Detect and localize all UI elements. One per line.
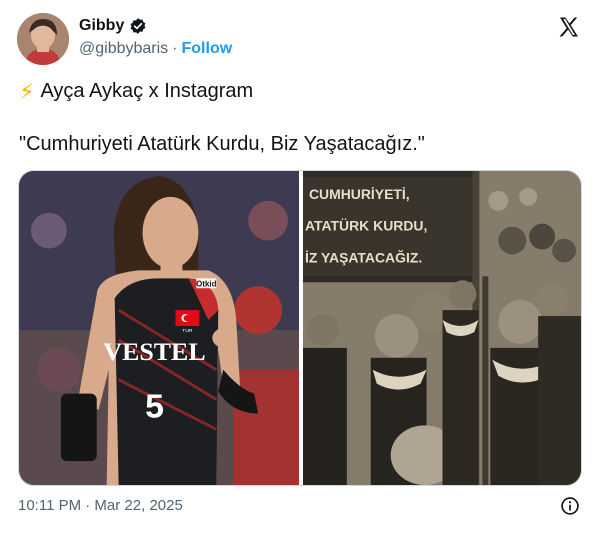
tweet-line-1-text: Ayça Aykaç x Instagram [40, 80, 254, 102]
sleeve-patch-text: Otkid [196, 279, 216, 288]
jersey-number-text: 5 [145, 387, 164, 425]
verified-badge-icon [130, 18, 146, 34]
x-logo-icon[interactable] [557, 15, 581, 39]
author-display-name[interactable]: Gibby [79, 17, 124, 35]
author-handle-row: @gibbybaris · Follow [79, 40, 232, 58]
media-grid: Otkid TUR VESTEL 5 CUMHURİYETİ, ATATÜRK … [18, 170, 582, 486]
lightning-bolt-icon: ⚡ [19, 78, 35, 104]
avatar[interactable] [17, 13, 69, 65]
photo-historic-schoolchildren[interactable]: CUMHURİYETİ, ATATÜRK KURDU, İZ YAŞATACAĞ… [303, 171, 581, 485]
jersey-brand-text: VESTEL [103, 337, 205, 366]
separator-dot: · [172, 40, 178, 57]
author-handle[interactable]: @gibbybaris [79, 40, 168, 58]
tweet-line-1: ⚡ Ayça Aykaç x Instagram [19, 80, 253, 103]
tweet-line-2: "Cumhuriyeti Atatürk Kurdu, Biz Yaşataca… [19, 133, 425, 155]
banner-line-3: İZ YAŞATACAĞIZ. [305, 248, 422, 265]
banner-line-2: ATATÜRK KURDU, [305, 218, 427, 234]
banner-line-1: CUMHURİYETİ, [309, 186, 410, 202]
author-name-row: Gibby [79, 17, 147, 35]
follow-button[interactable]: Follow [182, 40, 233, 58]
flag-label-text: TUR [182, 328, 193, 334]
photo-volleyball-player[interactable]: Otkid TUR VESTEL 5 [19, 171, 299, 485]
tweet-timestamp[interactable]: 10:11 PM · Mar 22, 2025 [18, 497, 183, 514]
info-icon[interactable] [560, 496, 580, 516]
